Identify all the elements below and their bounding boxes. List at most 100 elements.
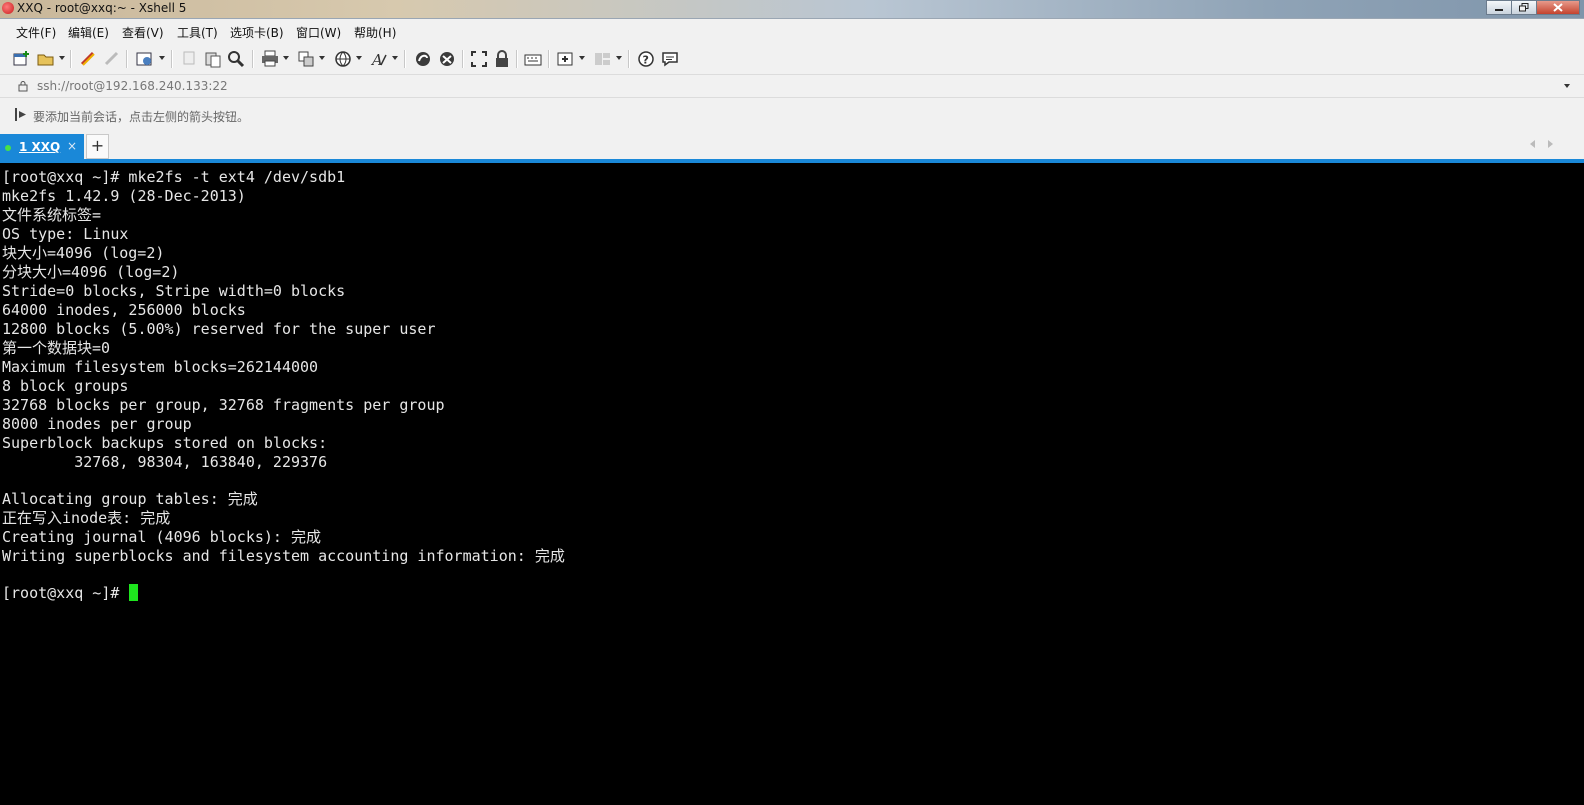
layout-button[interactable] (593, 49, 613, 69)
terminal-line: Creating journal (4096 blocks): 完成 (2, 528, 321, 546)
tab-scroll-right-icon[interactable] (1548, 140, 1553, 148)
layout-dropdown-arrow[interactable] (616, 56, 622, 60)
lock-button[interactable] (492, 49, 512, 69)
terminal-prompt-line: [root@xxq ~]# (2, 584, 139, 603)
close-button[interactable] (1536, 0, 1580, 15)
transfer-icon (298, 51, 314, 67)
menu-edit[interactable]: 编辑(E) (68, 24, 109, 41)
xftp-button[interactable] (413, 49, 433, 69)
terminal-line: Maximum filesystem blocks=262144000 (2, 358, 319, 376)
keyboard-button[interactable] (523, 49, 543, 69)
print-icon (262, 50, 278, 67)
address-dropdown-arrow[interactable] (1564, 84, 1570, 88)
fullscreen-button[interactable] (469, 49, 489, 69)
find-button[interactable] (226, 49, 246, 69)
open-dropdown-arrow[interactable] (59, 56, 65, 60)
font-button[interactable]: A (369, 49, 389, 69)
globe-button[interactable] (333, 49, 353, 69)
toolbar-separator (171, 50, 173, 68)
menu-tabs[interactable]: 选项卡(B) (230, 24, 284, 41)
minimize-icon (1495, 8, 1503, 11)
minimize-button[interactable] (1486, 0, 1512, 15)
hint-text: 要添加当前会话，点击左侧的箭头按钮。 (33, 110, 250, 124)
terminal-line: Writing superblocks and filesystem accou… (2, 547, 565, 565)
reconnect-icon (80, 51, 95, 66)
terminal-line: 64000 inodes, 256000 blocks (2, 301, 246, 319)
terminal-line: Superblock backups stored on blocks: (2, 434, 328, 452)
close-icon (1553, 3, 1563, 12)
svg-text:A: A (370, 51, 383, 69)
new-session-button[interactable] (12, 49, 32, 69)
new-session-icon (13, 51, 29, 66)
font-dropdown-arrow[interactable] (392, 56, 398, 60)
menu-help[interactable]: 帮助(H) (354, 24, 396, 41)
tab-close-button[interactable]: × (67, 139, 77, 153)
tab-scroll-left-icon[interactable] (1530, 140, 1535, 148)
copy-icon (183, 51, 195, 65)
new-tab-button[interactable] (556, 49, 576, 69)
tab-session-1[interactable]: 1 XXQ × (0, 134, 84, 159)
terminal-line: 分块大小=4096 (log=2) (2, 263, 180, 281)
layout-icon (595, 53, 610, 65)
new-tab-dropdown-arrow[interactable] (579, 56, 585, 60)
transfer-button[interactable] (296, 49, 316, 69)
xmanager-button[interactable] (437, 49, 457, 69)
globe-dropdown-arrow[interactable] (356, 56, 362, 60)
session-hint-bar: 要添加当前会话，点击左侧的箭头按钮。 (0, 98, 1584, 132)
terminal-line: mke2fs 1.42.9 (28-Dec-2013) (2, 187, 246, 205)
font-icon: A (370, 51, 387, 69)
lock-icon (18, 81, 28, 92)
tab-bar: 1 XXQ × + (0, 132, 1584, 159)
terminal-cursor (129, 584, 139, 601)
print-button[interactable] (260, 49, 280, 69)
properties-dropdown-arrow[interactable] (159, 56, 165, 60)
terminal-line: 32768, 98304, 163840, 229376 (2, 453, 328, 471)
add-tab-button[interactable]: + (86, 134, 109, 159)
help-icon: ? (638, 51, 654, 67)
toolbar-separator (126, 50, 128, 68)
terminal-line: 8000 inodes per group (2, 415, 192, 433)
toolbar-separator (404, 50, 406, 68)
toolbar-separator (70, 50, 72, 68)
window-controls (1486, 0, 1580, 16)
menu-bar: 文件(F) 编辑(E) 查看(V) 工具(T) 选项卡(B) 窗口(W) 帮助(… (0, 19, 1584, 43)
address-input[interactable]: ssh://root@192.168.240.133:22 (37, 79, 228, 93)
fullscreen-icon (471, 51, 487, 67)
terminal-area[interactable]: [root@xxq ~]# mke2fs -t ext4 /dev/sdb1 m… (0, 163, 1584, 805)
help-button[interactable]: ? (636, 49, 656, 69)
open-button[interactable] (36, 49, 56, 69)
add-session-arrow-icon[interactable] (14, 107, 28, 122)
terminal-scrollbar[interactable] (1568, 163, 1584, 805)
menu-tools[interactable]: 工具(T) (177, 24, 218, 41)
terminal-line: Stride=0 blocks, Stripe width=0 blocks (2, 282, 346, 300)
terminal-prompt: [root@xxq ~]# (2, 584, 129, 602)
new-tab-icon (557, 52, 573, 66)
terminal-line: 第一个数据块=0 (2, 339, 111, 357)
menu-file[interactable]: 文件(F) (16, 24, 56, 41)
title-bar: XXQ - root@xxq:~ - Xshell 5 (0, 0, 1584, 19)
reconnect-button[interactable] (78, 49, 98, 69)
maximize-button[interactable] (1511, 0, 1537, 15)
disconnect-button[interactable] (102, 49, 122, 69)
svg-text:?: ? (643, 54, 649, 67)
paste-button[interactable] (203, 49, 223, 69)
terminal-line: 8 block groups (2, 377, 129, 395)
print-dropdown-arrow[interactable] (283, 56, 289, 60)
toolbar-separator (462, 50, 464, 68)
menu-window[interactable]: 窗口(W) (296, 24, 341, 41)
toolbar-separator (628, 50, 630, 68)
chat-button[interactable] (660, 49, 680, 69)
terminal-line: [root@xxq ~]# mke2fs -t ext4 /dev/sdb1 (2, 168, 346, 186)
transfer-dropdown-arrow[interactable] (319, 56, 325, 60)
globe-icon (335, 51, 351, 67)
toolbar-separator (252, 50, 254, 68)
properties-button[interactable] (135, 49, 155, 69)
window-title: XXQ - root@xxq:~ - Xshell 5 (17, 1, 187, 15)
terminal-line: Allocating group tables: 完成 (2, 490, 258, 508)
copy-button[interactable] (180, 49, 200, 69)
terminal-line: 正在写入inode表: 完成 (2, 509, 171, 527)
menu-view[interactable]: 查看(V) (122, 24, 164, 41)
xftp-icon (416, 52, 430, 66)
xshell-app-icon (2, 2, 14, 14)
keyboard-icon (524, 54, 542, 66)
